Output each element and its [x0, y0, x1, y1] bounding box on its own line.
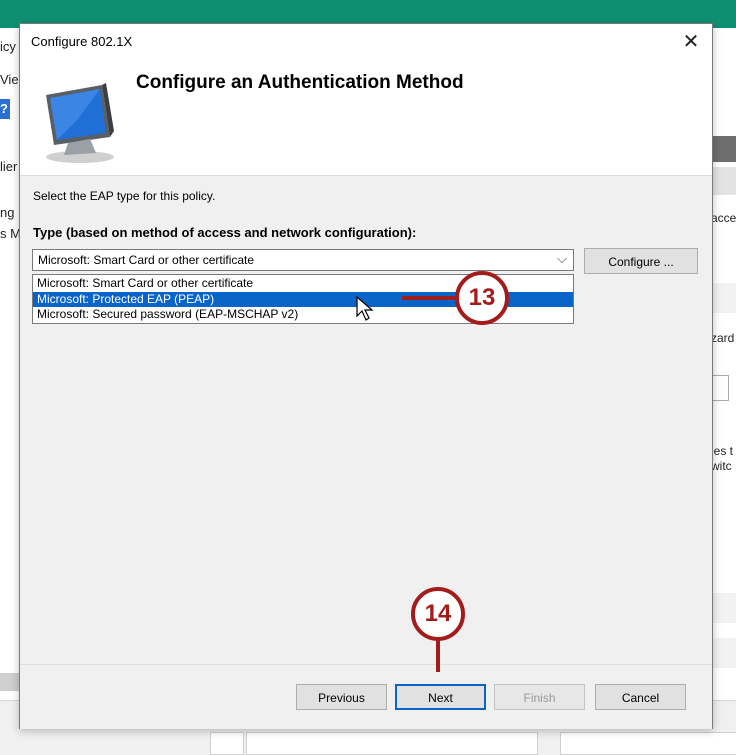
next-button[interactable]: Next	[395, 684, 486, 710]
eap-type-dropdown[interactable]: Microsoft: Smart Card or other certifica…	[32, 249, 574, 271]
bg-text-fragment: ng	[0, 205, 15, 220]
dialog-heading: Configure an Authentication Method	[136, 72, 464, 93]
configure-8021x-dialog: Configure 802.1X ✕ Configure an Authenti…	[19, 23, 713, 729]
close-icon[interactable]: ✕	[676, 27, 706, 57]
bg-text-fragment: zard	[711, 331, 735, 345]
bg-text-fragment: acce	[711, 211, 736, 225]
bg-text-fragment: witc	[711, 459, 732, 473]
dialog-header: Configure an Authentication Method	[20, 60, 712, 176]
bg-text-fragment: lier	[0, 159, 18, 174]
bg-pane	[246, 732, 538, 755]
cancel-button[interactable]: Cancel	[595, 684, 686, 710]
bg-pane	[560, 732, 736, 755]
bg-text-fragment: icy	[0, 39, 16, 54]
chevron-down-icon[interactable]: ⌵	[557, 251, 567, 267]
bg-scrollbar	[0, 673, 19, 691]
bg-text-fragment: ies t	[711, 444, 734, 458]
help-icon: ?	[0, 99, 10, 119]
callout-14-pointer	[436, 639, 440, 672]
bg-pane	[210, 732, 244, 755]
bg-bar	[711, 283, 736, 313]
bg-bar	[711, 593, 736, 623]
configure-button[interactable]: Configure ...	[584, 248, 698, 274]
mouse-cursor-icon	[356, 296, 374, 321]
step-13-callout: 13	[455, 271, 509, 325]
bg-bar	[711, 638, 736, 668]
dialog-titlebar: Configure 802.1X ✕	[20, 24, 712, 60]
bg-dark-bar	[711, 136, 736, 162]
eap-type-prompt: Select the EAP type for this policy.	[33, 189, 216, 203]
type-label: Type (based on method of access and netw…	[33, 225, 417, 240]
bg-bar	[711, 167, 736, 195]
dialog-title: Configure 802.1X	[31, 34, 133, 49]
finish-button: Finish	[494, 684, 585, 710]
step-14-callout: 14	[411, 587, 465, 641]
bg-dropdown	[711, 375, 729, 401]
dropdown-selected-value: Microsoft: Smart Card or other certifica…	[38, 253, 255, 267]
bg-text-fragment: s M	[0, 226, 21, 241]
previous-button[interactable]: Previous	[296, 684, 387, 710]
monitor-icon	[46, 83, 114, 163]
bg-text-fragment: Vie	[0, 72, 19, 87]
callout-13-pointer	[402, 296, 458, 300]
